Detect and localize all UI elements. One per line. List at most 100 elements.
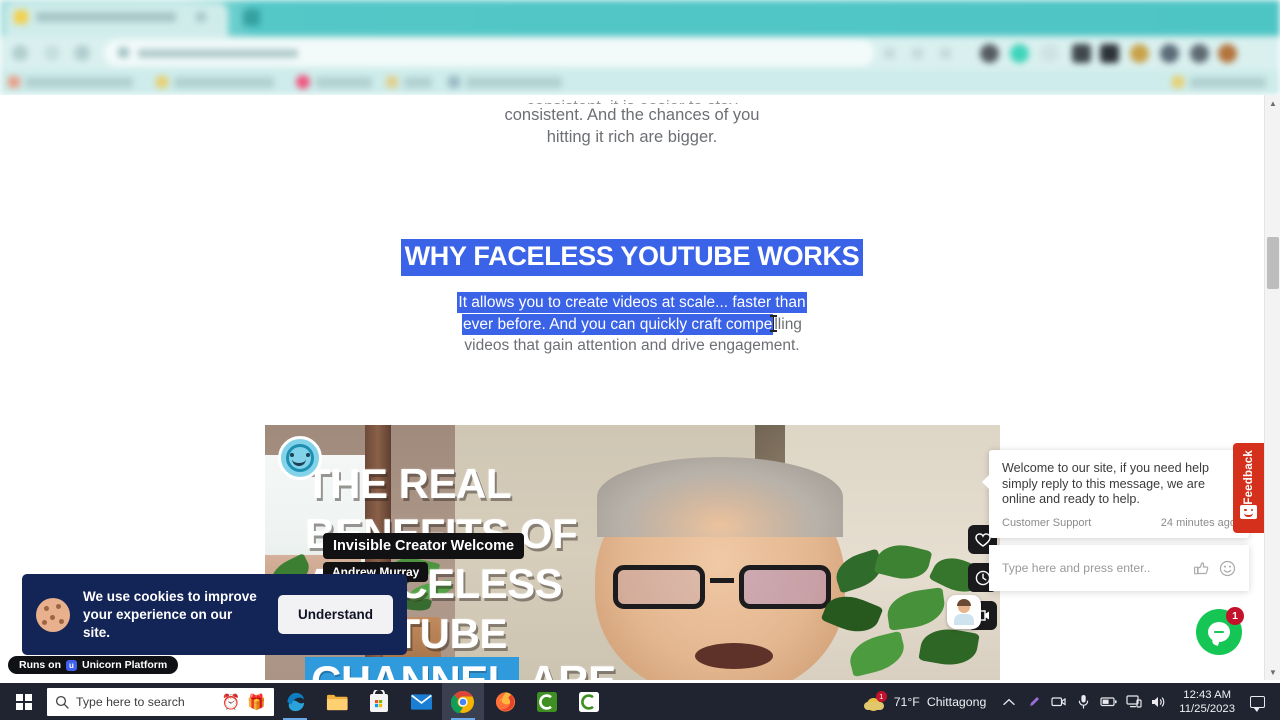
extension-icon-3[interactable] — [1040, 44, 1059, 63]
chat-message-meta: Customer Support 24 minutes ago — [1002, 517, 1236, 529]
taskbar-app-file-explorer[interactable] — [316, 683, 358, 720]
forward-button[interactable] — [44, 45, 60, 61]
extension-icon-8[interactable] — [1190, 44, 1209, 63]
unicorn-platform-badge[interactable]: Runs on u Unicorn Platform — [8, 656, 179, 674]
intro-line-1: consistent. And the chances of you — [504, 106, 760, 124]
taskbar-app-chrome[interactable] — [442, 683, 484, 720]
bookmark-label-4[interactable] — [404, 77, 432, 88]
bookmark-icon-6[interactable] — [1172, 76, 1184, 88]
weather-icon: 1 — [863, 690, 887, 712]
chat-bubble-icon — [1208, 622, 1230, 642]
start-button[interactable] — [0, 683, 47, 720]
bookmark-label-6[interactable] — [1190, 77, 1266, 88]
taskbar-clock[interactable]: 12:43 AM 11/25/2023 — [1171, 688, 1243, 716]
feedback-tab[interactable]: Feedback — [1233, 443, 1264, 533]
bookmark-label-3[interactable] — [316, 77, 372, 88]
tray-weather-widget[interactable]: 1 71°F Chittagong — [858, 690, 997, 712]
speech-bubble-icon — [1249, 695, 1265, 712]
bookmark-icon-4[interactable] — [386, 76, 398, 88]
new-tab-button[interactable] — [243, 9, 260, 26]
omnibox-icon-2[interactable] — [912, 48, 923, 59]
gift-icon[interactable]: 🎁 — [247, 693, 266, 711]
chat-timestamp: 24 minutes ago — [1160, 516, 1236, 529]
understand-button[interactable]: Understand — [277, 595, 393, 634]
bookmark-label-2[interactable] — [174, 77, 274, 88]
intro-paragraph: consistent, it is easier to stay consist… — [420, 96, 844, 148]
camera-icon[interactable] — [1046, 683, 1071, 720]
unicorn-logo-icon: u — [66, 659, 77, 671]
tab-title — [36, 12, 176, 22]
windows-logo-icon — [15, 693, 32, 710]
intro-line-2: hitting it rich are bigger. — [546, 128, 718, 146]
taskbar-app-edge[interactable] — [274, 683, 316, 720]
taskbar-app-camtasia-editor[interactable] — [568, 683, 610, 720]
intro-clipped-line: consistent, it is easier to stay — [420, 96, 844, 104]
browser-tabstrip[interactable] — [0, 0, 1280, 36]
video-bg-plant-right — [820, 539, 1000, 680]
tab-close-icon[interactable] — [196, 12, 206, 22]
tab-favicon — [14, 10, 28, 24]
bookmark-icon-3[interactable] — [296, 75, 310, 89]
feedback-label: Feedback — [1242, 450, 1255, 505]
extension-icon-1[interactable] — [980, 44, 999, 63]
taskbar-pinned-apps — [274, 683, 610, 720]
subtext-rest-2: lling — [774, 315, 802, 333]
extension-icon-5[interactable] — [1100, 44, 1119, 63]
notification-center-button[interactable] — [1243, 683, 1271, 720]
bookmark-icon-2[interactable] — [156, 76, 168, 88]
chat-launcher-button[interactable]: 1 — [1196, 607, 1244, 655]
video-person-glasses — [613, 565, 831, 609]
browser-chrome — [0, 0, 1280, 95]
bookmark-label-5[interactable] — [466, 77, 562, 88]
extension-icon-6[interactable] — [1130, 44, 1149, 63]
bookmark-icon-1[interactable] — [8, 76, 20, 88]
extension-icon-7[interactable] — [1160, 44, 1179, 63]
scrollbar-thumb[interactable] — [1267, 237, 1279, 289]
search-icon — [55, 695, 69, 709]
site-info-icon[interactable] — [118, 47, 129, 58]
taskbar-app-microsoft-store[interactable] — [358, 683, 400, 720]
bookmark-label-1[interactable] — [25, 77, 133, 88]
chat-sender: Customer Support — [1002, 516, 1092, 529]
bookmark-icon-5[interactable] — [448, 76, 460, 88]
extension-icon-2[interactable] — [1010, 44, 1029, 63]
display-icon[interactable] — [1121, 683, 1146, 720]
microphone-icon[interactable] — [1071, 683, 1096, 720]
scroll-up-arrow-icon[interactable]: ▲ — [1265, 95, 1280, 111]
extension-icon-4[interactable] — [1072, 44, 1091, 63]
subtext-selected-2: ever before. And you can quickly craft c… — [462, 313, 774, 335]
back-button[interactable] — [12, 45, 28, 61]
cookie-banner-message: We use cookies to improve your experienc… — [83, 588, 257, 640]
weather-city: Chittagong — [926, 694, 987, 709]
taskbar-app-mail[interactable] — [400, 683, 442, 720]
chat-input-bar[interactable]: Type here and press enter.. — [989, 545, 1249, 591]
clock-date: 11/25/2023 — [1179, 702, 1235, 715]
video-person-hair — [597, 457, 843, 537]
subtext-selected-1: It allows you to create videos at scale.… — [457, 292, 807, 313]
volume-icon[interactable] — [1146, 683, 1171, 720]
taskbar-app-camtasia[interactable] — [526, 683, 568, 720]
subtext-line-2: ever before. And you can quickly craft c… — [432, 313, 832, 336]
alarm-clock-icon[interactable]: ⏰ — [222, 693, 241, 711]
reload-button[interactable] — [74, 45, 90, 61]
pen-icon[interactable] — [1021, 683, 1046, 720]
taskbar-app-firefox[interactable] — [484, 683, 526, 720]
unicorn-badge-prefix: Runs on — [19, 659, 61, 671]
profile-avatar[interactable] — [1218, 44, 1237, 63]
taskbar-search-placeholder: Type here to search — [76, 694, 185, 709]
address-bar-url — [138, 49, 298, 58]
chat-input[interactable]: Type here and press enter.. — [1002, 561, 1184, 575]
thumbs-up-icon[interactable] — [1193, 560, 1210, 577]
bookmark-star-icon[interactable] — [884, 48, 895, 59]
omnibox-icon-3[interactable] — [940, 48, 951, 59]
taskbar-search-box[interactable]: Type here to search ⏰ 🎁 — [47, 687, 274, 716]
cookie-icon — [36, 597, 70, 632]
emoji-icon[interactable] — [1219, 560, 1236, 577]
chevron-up-icon[interactable] — [996, 683, 1021, 720]
battery-icon[interactable] — [1096, 683, 1121, 720]
video-person-mouth — [695, 643, 773, 669]
page-scrollbar[interactable]: ▲ ▼ — [1264, 95, 1280, 680]
section-subtext: It allows you to create videos at scale.… — [432, 292, 832, 357]
scroll-down-arrow-icon[interactable]: ▼ — [1265, 664, 1280, 680]
text-cursor-icon — [770, 314, 778, 332]
